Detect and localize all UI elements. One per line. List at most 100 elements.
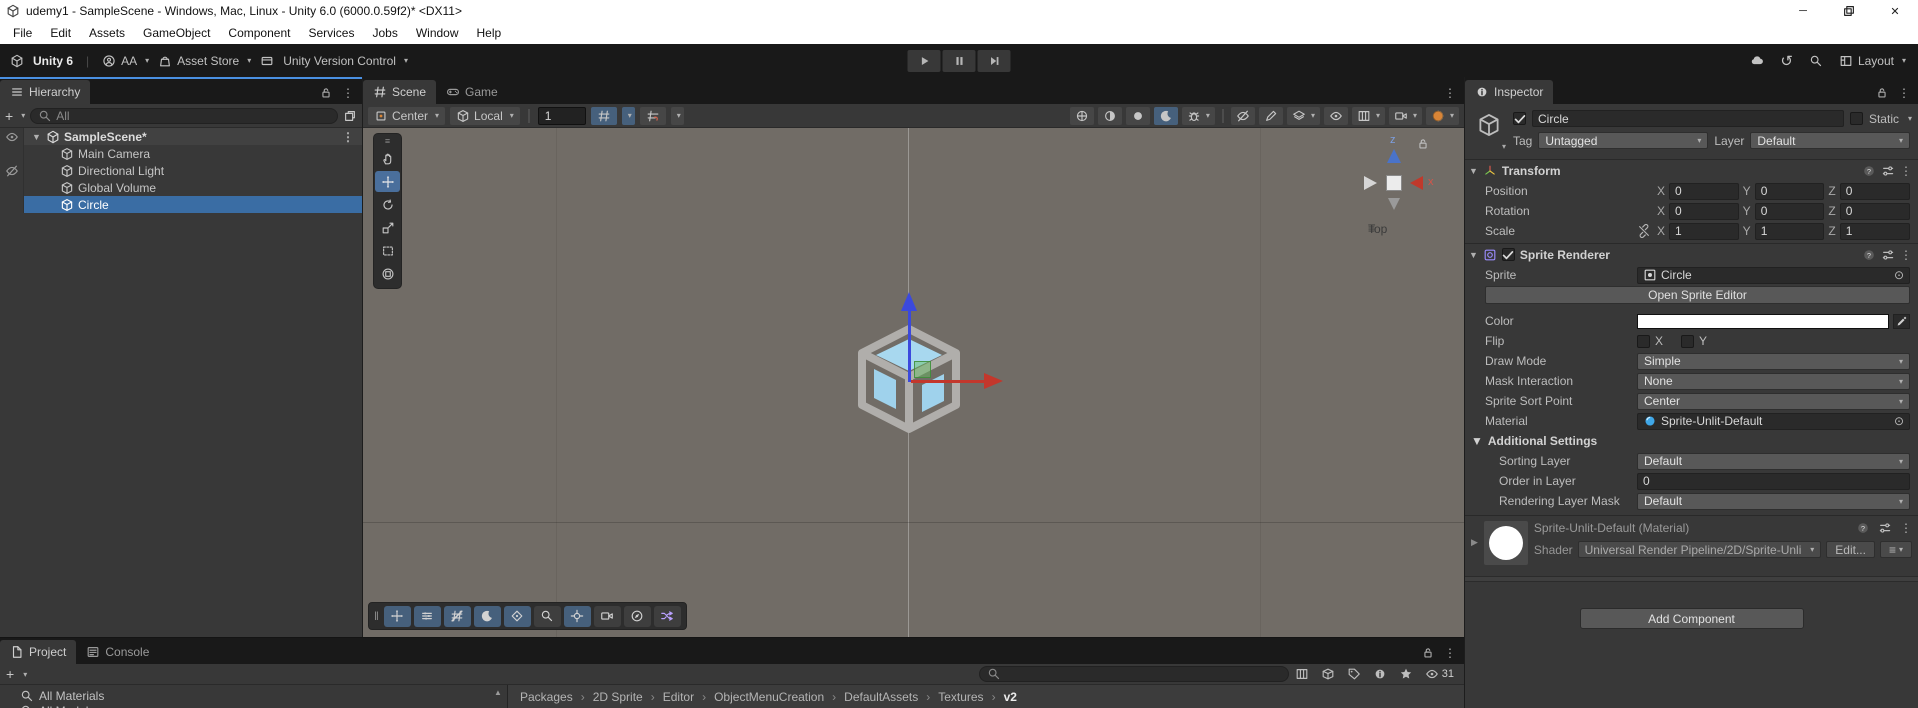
- tools-overlay[interactable]: ≡: [373, 133, 402, 289]
- item-visibility-toggle[interactable]: [0, 179, 24, 196]
- pivot-mode-dropdown[interactable]: Center ▾: [368, 106, 446, 125]
- debug-icon[interactable]: ▾: [1181, 106, 1215, 125]
- project-sidebar-item-all-models[interactable]: All Models: [0, 703, 507, 708]
- scene-overlays-toolbar[interactable]: ‖: [368, 602, 687, 630]
- hierarchy-item-main-camera[interactable]: Main Camera: [0, 145, 362, 162]
- foldout-icon[interactable]: ▶: [1471, 521, 1478, 565]
- tab-hierarchy[interactable]: Hierarchy: [0, 80, 91, 104]
- menu-gameobject[interactable]: GameObject: [134, 26, 219, 40]
- z-axis-cone[interactable]: [1387, 149, 1401, 163]
- star-icon[interactable]: [1399, 667, 1413, 681]
- search-icon[interactable]: [533, 605, 561, 627]
- tab-game[interactable]: Game: [436, 80, 508, 104]
- scene-orientation-gizmo[interactable]: z x ≡ Top: [1354, 134, 1440, 242]
- search-icon[interactable]: [1809, 54, 1823, 68]
- breadcrumb-item-textures[interactable]: Textures: [938, 690, 983, 704]
- lock-icon[interactable]: [1421, 646, 1435, 660]
- history-icon[interactable]: ↺: [1780, 52, 1793, 70]
- unity-hub-icon[interactable]: [10, 54, 24, 68]
- minimize-button[interactable]: ─: [1780, 0, 1826, 22]
- hierarchy-item-global-volume[interactable]: Global Volume: [0, 179, 362, 196]
- shader-list-dropdown[interactable]: ≡ ▾: [1879, 541, 1912, 558]
- tab-scene[interactable]: Scene: [363, 80, 437, 104]
- rotation-y-field[interactable]: 0: [1754, 202, 1825, 220]
- menu-window[interactable]: Window: [407, 26, 468, 40]
- maximize-button[interactable]: [1826, 0, 1872, 22]
- help-icon[interactable]: ?: [1862, 248, 1876, 262]
- material-object-field[interactable]: Sprite-Unlit-Default ⊙: [1637, 412, 1910, 430]
- hierarchy-scene-row[interactable]: ▼ SampleScene* ⋮: [0, 128, 362, 145]
- menu-assets[interactable]: Assets: [80, 26, 134, 40]
- lock-icon[interactable]: [319, 86, 333, 100]
- item-visibility-toggle[interactable]: [0, 145, 24, 162]
- static-checkbox[interactable]: [1849, 112, 1863, 125]
- breadcrumb-item-v2[interactable]: v2: [1004, 690, 1017, 704]
- grid-snap-icon[interactable]: [443, 605, 471, 627]
- object-picker-icon[interactable]: ⊙: [1894, 268, 1904, 282]
- x-axis-cone[interactable]: [1410, 176, 1423, 190]
- draw-mode-dropdown[interactable]: Simple ▾: [1637, 352, 1910, 370]
- item-visibility-toggle[interactable]: [0, 162, 24, 179]
- move-gizmo-plane-handle[interactable]: [914, 361, 931, 378]
- kebab-menu-icon[interactable]: ⋮: [1900, 521, 1912, 535]
- audio-icon[interactable]: [1125, 106, 1150, 125]
- gizmos-icon[interactable]: ▾: [1425, 106, 1459, 125]
- tag-dropdown[interactable]: Untagged ▾: [1538, 132, 1709, 149]
- camera-icon[interactable]: ▾: [1388, 106, 1422, 125]
- open-sprite-editor-button[interactable]: Open Sprite Editor: [1485, 286, 1910, 304]
- layer-dropdown[interactable]: Default ▾: [1750, 132, 1910, 149]
- mask-interaction-dropdown[interactable]: None ▾: [1637, 372, 1910, 390]
- kebab-menu-icon[interactable]: ⋮: [1898, 86, 1910, 100]
- package-icon[interactable]: [1321, 667, 1335, 681]
- kebab-menu-icon[interactable]: ⋮: [1900, 248, 1912, 262]
- breadcrumb-item-objectmenucreation[interactable]: ObjectMenuCreation: [714, 690, 824, 704]
- kebab-menu-icon[interactable]: ⋮: [342, 130, 362, 144]
- rotation-x-field[interactable]: 0: [1669, 202, 1739, 220]
- layout-menu[interactable]: Layout ▾: [1839, 54, 1906, 68]
- overlays-icon[interactable]: ▾: [1351, 106, 1385, 125]
- project-sidebar-item-all-materials[interactable]: All Materials: [0, 688, 507, 703]
- label-icon[interactable]: [1347, 667, 1361, 681]
- view-tool-icon[interactable]: [375, 148, 400, 169]
- active-checkbox[interactable]: [1513, 112, 1526, 125]
- breadcrumb-item-packages[interactable]: Packages: [520, 690, 573, 704]
- menu-help[interactable]: Help: [468, 26, 511, 40]
- rect-tool-icon[interactable]: [375, 240, 400, 261]
- tab-inspector[interactable]: Inspector: [1465, 80, 1554, 104]
- picking-icon[interactable]: [1258, 106, 1283, 125]
- grid-snapping-toggle[interactable]: [590, 106, 617, 125]
- step-button[interactable]: [977, 49, 1011, 72]
- hierarchy-item-directional-light[interactable]: Directional Light: [0, 162, 362, 179]
- position-x-field[interactable]: 0: [1669, 182, 1739, 200]
- center-icon[interactable]: [563, 605, 591, 627]
- static-dropdown-icon[interactable]: ▾: [1908, 114, 1912, 123]
- kebab-menu-icon[interactable]: ⋮: [1900, 164, 1912, 178]
- rendering-layer-mask-dropdown[interactable]: Default ▾: [1637, 492, 1910, 510]
- overlay-drag-handle[interactable]: ‖: [374, 609, 379, 623]
- component-enabled-checkbox[interactable]: [1501, 248, 1515, 261]
- tool-settings-icon[interactable]: [413, 605, 441, 627]
- shuffle-icon[interactable]: [653, 605, 681, 627]
- move-gizmo-x-axis[interactable]: [911, 380, 985, 383]
- snap-settings-dropdown-icon[interactable]: ▾: [670, 106, 684, 125]
- material-preview-thumbnail[interactable]: [1483, 521, 1528, 565]
- scale-y-field[interactable]: 1: [1754, 222, 1825, 240]
- move-gizmo-z-axis[interactable]: [908, 310, 911, 382]
- hierarchy-search-input[interactable]: All: [30, 107, 338, 124]
- menu-file[interactable]: File: [4, 26, 41, 40]
- eye-icon[interactable]: [1323, 106, 1348, 125]
- color-field[interactable]: [1637, 313, 1889, 329]
- transform-component-header[interactable]: ▼ Transform ? ⋮: [1465, 159, 1918, 181]
- move-tool-icon[interactable]: [375, 171, 400, 192]
- eye-icon[interactable]: 31: [1425, 667, 1454, 681]
- create-dropdown-icon[interactable]: ▾: [21, 111, 25, 120]
- position-y-field[interactable]: 0: [1754, 182, 1825, 200]
- menu-edit[interactable]: Edit: [41, 26, 80, 40]
- kebab-menu-icon[interactable]: ⋮: [1444, 86, 1456, 100]
- collapse-icon[interactable]: ▼: [32, 132, 42, 142]
- rotation-z-field[interactable]: 0: [1839, 202, 1911, 220]
- menu-services[interactable]: Services: [299, 26, 363, 40]
- info-icon[interactable]: [1373, 667, 1387, 681]
- scale-z-field[interactable]: 1: [1839, 222, 1911, 240]
- grid-snap-value-field[interactable]: 1: [537, 106, 586, 125]
